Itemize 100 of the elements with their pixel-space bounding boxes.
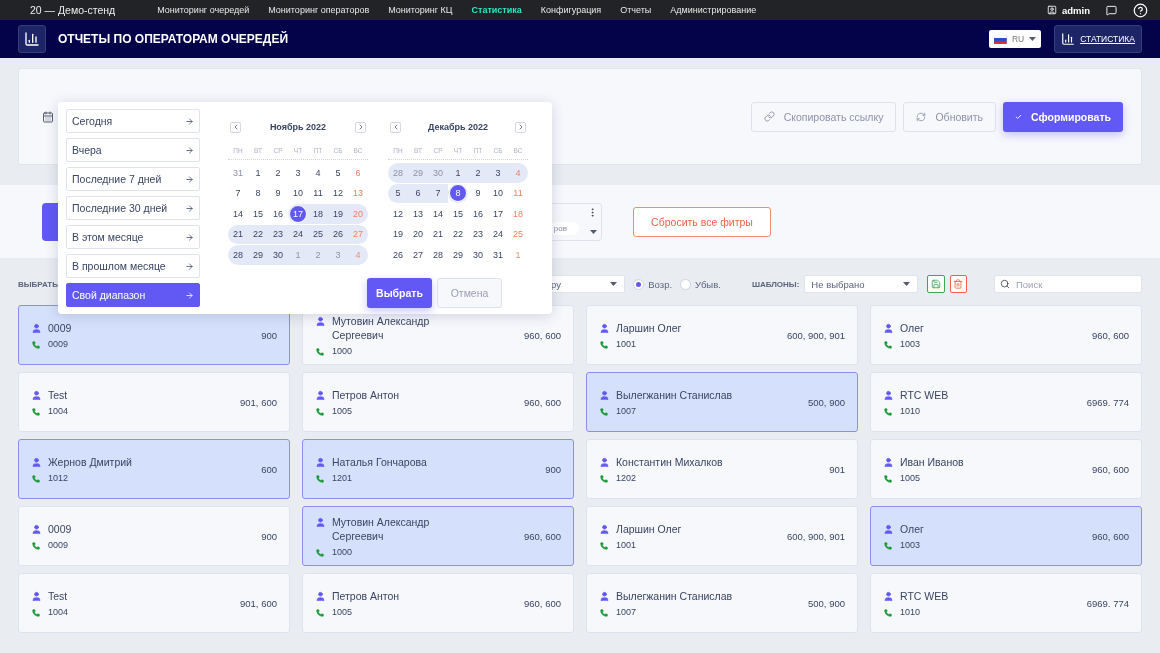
previous-month-button[interactable] [230,121,241,133]
statistics-button[interactable]: СТАТИСТИКА [1054,25,1142,53]
operator-card[interactable]: Вылегжанин Станислав 1007 500, 900 [586,573,858,633]
calendar-day[interactable]: 2 [268,163,288,183]
calendar-day[interactable]: 22 [248,224,268,244]
calendar-day[interactable]: 30 [468,245,488,265]
radio-icon[interactable] [633,278,645,290]
calendar-day[interactable]: 14 [228,204,248,224]
calendar-day[interactable]: 15 [448,204,468,224]
nav-link[interactable]: Статистика [471,5,522,15]
calendar-day[interactable]: 19 [388,224,408,244]
calendar-day[interactable]: 26 [328,224,348,244]
operator-card[interactable]: Петров Антон 1005 960, 600 [302,372,574,432]
calendar-day[interactable]: 3 [488,163,508,183]
calendar-day[interactable]: 30 [268,245,288,265]
previous-month-button[interactable] [390,121,401,133]
calendar-day[interactable]: 16 [268,204,288,224]
calendar-day[interactable]: 14 [428,204,448,224]
calendar-day[interactable]: 24 [288,224,308,244]
operator-card[interactable]: Вылегжанин Станислав 1007 500, 900 [586,372,858,432]
calendar-day[interactable]: 7 [228,183,248,203]
template-select[interactable]: Не выбрано [804,275,919,293]
calendar-day[interactable]: 5 [388,183,408,203]
range-preset[interactable]: Последние 7 дней [66,167,200,191]
sort-radio[interactable]: Возр. [633,278,673,290]
calendar-day[interactable]: 21 [228,224,248,244]
calendar-day[interactable]: 19 [328,204,348,224]
range-preset[interactable]: В прошлом месяце [66,254,200,278]
action-button[interactable]: Сформировать [1003,101,1123,132]
calendar-day[interactable]: 13 [408,204,428,224]
calendar-day[interactable]: 28 [428,245,448,265]
calendar-day[interactable]: 2 [468,163,488,183]
calendar-day[interactable]: 5 [328,163,348,183]
calendar-day[interactable]: 20 [408,224,428,244]
operator-card[interactable]: 0009 0009 900 [18,506,290,566]
nav-link[interactable]: Мониторинг КЦ [388,5,453,15]
range-preset[interactable]: Вчера [66,138,200,162]
calendar-day[interactable]: 23 [468,224,488,244]
calendar-day[interactable]: 29 [248,245,268,265]
calendar-day[interactable]: 16 [468,204,488,224]
calendar-day[interactable]: 31 [488,245,508,265]
operator-card[interactable]: RTC WEB 1010 6969. 774 [870,372,1142,432]
calendar-day[interactable]: 10 [488,183,508,203]
operator-card[interactable]: Жернов Дмитрий 1012 600 [18,439,290,499]
operator-card[interactable]: Test 1004 901, 600 [18,573,290,633]
calendar-day[interactable]: 17 [288,204,308,224]
calendar-day[interactable]: 22 [448,224,468,244]
chat-icon[interactable] [1106,4,1117,16]
operator-card[interactable]: RTC WEB 1010 6969. 774 [870,573,1142,633]
operator-card[interactable]: Ларшин Олег 1001 600, 900, 901 [586,305,858,365]
language-select[interactable]: RU [989,30,1042,48]
calendar-day[interactable]: 3 [288,163,308,183]
calendar-day[interactable]: 9 [268,183,288,203]
operator-card[interactable]: Петров Антон 1005 960, 600 [302,573,574,633]
range-preset[interactable]: В этом месяце [66,225,200,249]
calendar-day[interactable]: 8 [248,183,268,203]
calendar-day[interactable]: 21 [428,224,448,244]
calendar-day[interactable]: 4 [308,163,328,183]
delete-button[interactable] [949,275,967,293]
operator-card[interactable]: Мутовин Александр Сергеевич 1000 960, 600 [302,506,574,566]
nav-link[interactable]: Конфигурация [540,5,602,15]
calendar-day[interactable]: 28 [228,245,248,265]
nav-link[interactable]: Мониторинг операторов [268,5,370,15]
operator-card[interactable]: Константин Михалков 1202 901 [586,439,858,499]
calendar-day[interactable]: 29 [448,245,468,265]
radio-icon[interactable] [680,278,692,290]
next-month-button[interactable] [515,121,526,133]
help-icon[interactable] [1133,2,1148,18]
save-button[interactable] [927,275,945,293]
range-preset[interactable]: Последние 30 дней [66,196,200,220]
calendar-day[interactable]: 17 [488,204,508,224]
operator-card[interactable]: Олег 1003 960, 600 [870,506,1142,566]
next-month-button[interactable] [355,121,366,133]
search-field[interactable]: Поиск [994,275,1142,293]
calendar-day[interactable]: 23 [268,224,288,244]
nav-link[interactable]: Мониторинг очередей [157,5,250,15]
calendar-day[interactable]: 27 [408,245,428,265]
calendar-day[interactable]: 6 [408,183,428,203]
operator-card[interactable]: Test 1004 901, 600 [18,372,290,432]
calendar-day[interactable]: 12 [388,204,408,224]
calendar-day[interactable]: 1 [448,163,468,183]
operator-card[interactable]: Иван Иванов 1005 960, 600 [870,439,1142,499]
calendar-day[interactable]: 11 [308,183,328,203]
calendar-day[interactable]: 12 [328,183,348,203]
range-preset[interactable]: Свой диапазон [66,283,200,307]
calendar-day[interactable]: 24 [488,224,508,244]
calendar-day[interactable]: 25 [308,224,328,244]
sort-radio[interactable]: Убыв. [680,278,721,290]
apply-button[interactable]: Выбрать [367,278,432,308]
calendar-day[interactable]: 15 [248,204,268,224]
calendar-day[interactable]: 18 [308,204,328,224]
operator-card[interactable]: Олег 1003 960, 600 [870,305,1142,365]
user-menu[interactable]: admin [1047,4,1090,16]
calendar-day[interactable]: 8 [448,183,468,203]
range-preset[interactable]: Сегодня [66,109,200,133]
calendar-day[interactable]: 9 [468,183,488,203]
calendar-day[interactable]: 10 [288,183,308,203]
operator-card[interactable]: Наталья Гончарова 1201 900 [302,439,574,499]
calendar-day[interactable]: 26 [388,245,408,265]
calendar-day[interactable]: 1 [248,163,268,183]
